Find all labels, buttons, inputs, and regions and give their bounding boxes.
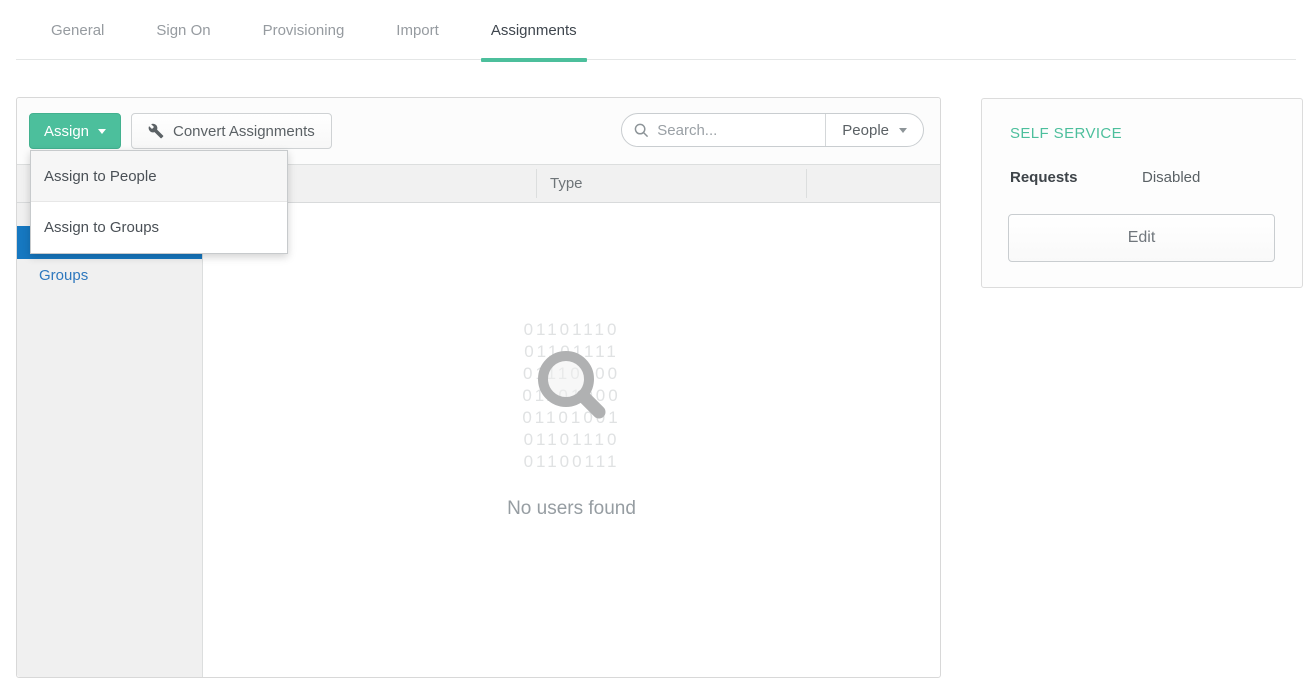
assignments-content: 01101110 01101111 01110100 01101000 0110…: [203, 203, 940, 677]
column-divider: [536, 169, 537, 198]
requests-row: Requests Disabled: [1010, 169, 1274, 186]
column-header-type: Type: [550, 165, 583, 202]
self-service-panel: SELF SERVICE Requests Disabled Edit: [981, 98, 1303, 288]
assignment-filters-sidebar: People Groups: [17, 203, 203, 677]
assign-button-label: Assign: [44, 123, 89, 140]
column-divider: [806, 169, 807, 198]
binary-art: 01101110 01101111 01110100 01101000 0110…: [522, 319, 620, 473]
chevron-down-icon: [899, 128, 907, 133]
chevron-down-icon: [98, 129, 106, 134]
tab-import[interactable]: Import: [386, 14, 449, 59]
app-tabs: General Sign On Provisioning Import Assi…: [16, 14, 1296, 60]
search-scope-dropdown[interactable]: People: [825, 114, 923, 146]
magnifier-icon: [535, 348, 609, 427]
binary-row: 01101110: [522, 429, 620, 451]
edit-button[interactable]: Edit: [1008, 214, 1275, 262]
search-icon: [634, 123, 649, 138]
assign-button[interactable]: Assign: [29, 113, 121, 149]
convert-assignments-button[interactable]: Convert Assignments: [131, 113, 332, 149]
requests-label: Requests: [1010, 169, 1142, 186]
empty-state-message: No users found: [203, 498, 940, 520]
tab-sign-on[interactable]: Sign On: [146, 14, 220, 59]
search-scope-value: People: [842, 122, 889, 139]
convert-assignments-label: Convert Assignments: [173, 123, 315, 140]
wrench-icon: [148, 123, 164, 139]
tab-general[interactable]: General: [41, 14, 114, 59]
search-input[interactable]: [657, 122, 815, 139]
tab-assignments[interactable]: Assignments: [481, 14, 587, 59]
menu-item-assign-to-people[interactable]: Assign to People: [31, 151, 287, 202]
empty-state: 01101110 01101111 01110100 01101000 0110…: [203, 203, 940, 520]
search-filter-group: People: [621, 113, 924, 147]
binary-row: 01100111: [522, 451, 620, 473]
assign-dropdown-menu: Assign to People Assign to Groups: [30, 150, 288, 254]
search-box: [622, 114, 825, 146]
tab-provisioning[interactable]: Provisioning: [253, 14, 355, 59]
binary-row: 01101110: [522, 319, 620, 341]
self-service-title: SELF SERVICE: [1010, 125, 1122, 142]
sidebar-item-groups[interactable]: Groups: [17, 259, 202, 292]
menu-item-assign-to-groups[interactable]: Assign to Groups: [31, 202, 287, 253]
requests-status-value: Disabled: [1142, 169, 1200, 186]
